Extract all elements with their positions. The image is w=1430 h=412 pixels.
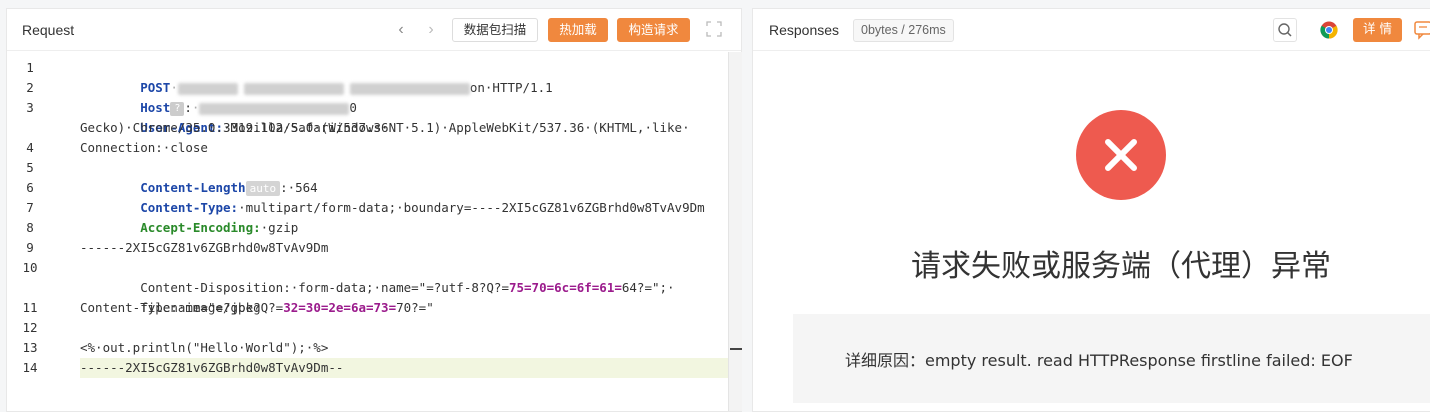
code-line: 12	[7, 318, 727, 338]
code-line: filename="=?gbk?Q?=32=30=2e=6a=73=70?="	[140, 300, 434, 315]
error-detail-box: 详细原因：empty result. read HTTPResponse fir…	[793, 314, 1430, 403]
line-number: 8	[26, 220, 34, 235]
line-number: 10	[22, 260, 38, 275]
search-icon	[1278, 23, 1292, 37]
chrome-icon[interactable]	[1320, 21, 1338, 39]
vertical-scrollbar[interactable]	[728, 52, 742, 411]
line-number: 4	[26, 140, 34, 155]
line-number: 9	[26, 240, 34, 255]
line-number: 3	[26, 100, 34, 115]
responses-panel: Responses 0bytes / 276ms 详 情 请求失败或服务端（代理…	[752, 8, 1430, 412]
scrollbar-cursor-marker	[730, 348, 742, 350]
code-line: 6 Content-Type:·multipart/form-data;·bou…	[7, 178, 727, 215]
code-line: Gecko)·Chrome/35.0.3319.102·Safari/537.3…	[7, 118, 727, 138]
packet-scan-button[interactable]: 数据包扫描	[452, 18, 538, 42]
close-icon	[1105, 139, 1137, 171]
code-line: 9 ------2XI5cGZ81v6ZGBrhd0w8TvAv9Dm	[7, 238, 727, 258]
code-line: 5 Content-Length auto:·564	[7, 158, 727, 196]
boundary-line: ------2XI5cGZ81v6ZGBrhd0w8TvAv9Dm--	[80, 360, 344, 375]
request-header: Request ‹ › 数据包扫描 热加载 构造请求	[7, 9, 741, 51]
header-line: Connection:·close	[80, 140, 208, 155]
header-value: Gecko)·Chrome/35.0.3319.102·Safari/537.3…	[80, 120, 389, 135]
line-number: 14	[22, 360, 38, 375]
code-line: 11 Content-Type:·image/jpeg	[7, 298, 727, 318]
line-number: 6	[26, 180, 34, 195]
error-indicator	[1076, 110, 1166, 200]
code-line: 8	[7, 218, 727, 238]
request-panel: Request ‹ › 数据包扫描 热加载 构造请求 1 POST· on·HTT…	[6, 8, 742, 412]
responses-header: Responses 0bytes / 276ms 详 情	[753, 9, 1430, 51]
body-line: <%·out.println("Hello·World");·%>	[80, 340, 329, 355]
search-button[interactable]	[1273, 18, 1297, 42]
line-number: 7	[26, 200, 34, 215]
responses-title: Responses	[769, 22, 840, 38]
code-line: 3 User-Agent:·Mozilla/5.0·(Windows·NT·5.…	[7, 98, 727, 135]
line-number: 11	[22, 300, 38, 315]
code-line: 13 <%·out.println("Hello·World");·%>	[7, 338, 727, 358]
code-line: 2 Host?:· 0	[7, 78, 727, 116]
chevron-right-icon[interactable]: ›	[423, 21, 439, 39]
header-line: Content-Type:·image/jpeg	[80, 300, 261, 315]
code-line: 7 Accept-Encoding:·gzip	[7, 198, 727, 235]
response-stats-badge: 0bytes / 276ms	[853, 19, 954, 42]
code-line: 1 POST· on·HTTP/1.1	[7, 58, 727, 95]
line-number: 2	[26, 80, 34, 95]
line-number: 12	[22, 320, 38, 335]
code-line: 10 Content-Disposition:·form-data;·name=…	[7, 258, 727, 295]
line-number: 5	[26, 160, 34, 175]
detail-button[interactable]: 详 情	[1353, 18, 1402, 42]
boundary-line: ------2XI5cGZ81v6ZGBrhd0w8TvAv9Dm	[80, 240, 329, 255]
hot-load-button[interactable]: 热加载	[548, 18, 608, 42]
chevron-left-icon[interactable]: ‹	[393, 21, 409, 39]
expand-icon[interactable]	[706, 21, 722, 37]
request-editor[interactable]: 1 POST· on·HTTP/1.1 2 Host?:· 0 3 User-Age…	[7, 52, 742, 411]
build-request-button[interactable]: 构造请求	[617, 18, 690, 42]
line-number: 1	[26, 60, 34, 75]
error-title: 请求失败或服务端（代理）异常	[911, 249, 1331, 284]
request-title: Request	[22, 22, 75, 38]
code-line: 4 Connection:·close	[7, 138, 727, 158]
line-number: 13	[22, 340, 38, 355]
chat-icon[interactable]	[1413, 19, 1430, 41]
error-detail-text: 详细原因：empty result. read HTTPResponse fir…	[845, 351, 1353, 370]
code-line-active: 14 ------2XI5cGZ81v6ZGBrhd0w8TvAv9Dm--	[7, 358, 728, 378]
